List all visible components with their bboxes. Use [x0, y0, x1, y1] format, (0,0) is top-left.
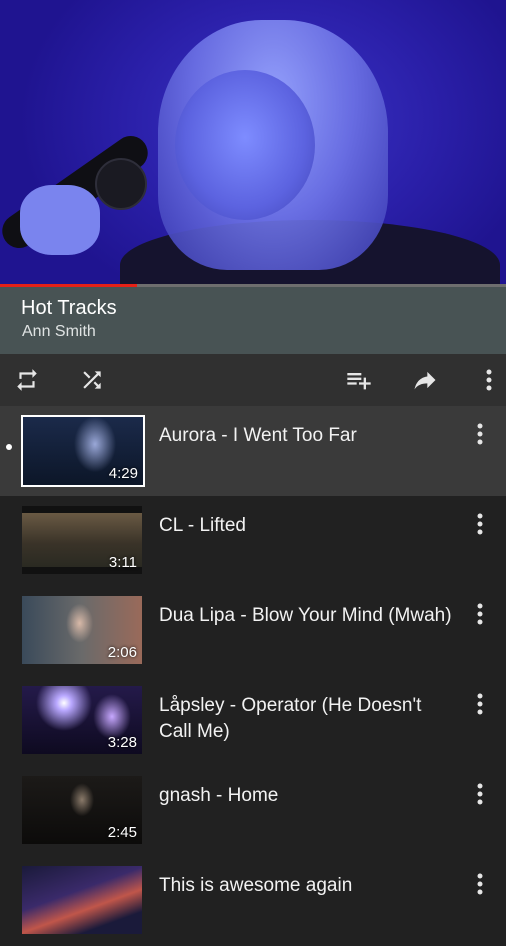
list-item[interactable]: 2:45 gnash - Home: [0, 766, 506, 856]
list-item[interactable]: 2:06 Dua Lipa - Blow Your Mind (Mwah): [0, 586, 506, 676]
video-frame-detail: [175, 70, 315, 220]
add-to-playlist-button[interactable]: [345, 366, 373, 394]
video-title: Aurora - I Went Too Far: [159, 425, 357, 446]
shuffle-button[interactable]: [78, 366, 106, 394]
video-duration: 2:45: [107, 824, 137, 841]
list-item[interactable]: 3:28 Låpsley - Operator (He Doesn't Call…: [0, 676, 506, 766]
more-vert-icon: [486, 369, 492, 391]
share-button[interactable]: [411, 366, 439, 394]
video-title: This is awesome again: [159, 875, 353, 896]
playlist-controls: [0, 354, 506, 406]
item-more-button[interactable]: [470, 690, 490, 718]
video-duration: 3:11: [108, 554, 137, 571]
video-player[interactable]: [0, 0, 506, 287]
playlist-owner: Ann Smith: [22, 323, 96, 340]
now-playing-indicator: [6, 444, 12, 450]
video-title: gnash - Home: [159, 785, 279, 806]
list-item[interactable]: 3:11 CL - Lifted: [0, 496, 506, 586]
list-item[interactable]: This is awesome again: [0, 856, 506, 946]
repeat-icon: [17, 369, 37, 391]
playlist-title: Hot Tracks: [21, 297, 117, 319]
now-playing-info: Hot Tracks Ann Smith: [0, 287, 506, 354]
more-vert-icon: [477, 693, 483, 715]
more-vert-icon: [477, 603, 483, 625]
video-thumbnail[interactable]: [22, 866, 142, 934]
more-vert-icon: [477, 873, 483, 895]
video-duration: 2:06: [107, 644, 137, 661]
shuffle-icon: [83, 371, 101, 389]
video-title: Dua Lipa - Blow Your Mind (Mwah): [159, 605, 452, 626]
item-more-button[interactable]: [470, 780, 490, 808]
playlist-add-icon: [347, 373, 371, 390]
more-vert-icon: [477, 513, 483, 535]
share-icon: [414, 371, 436, 390]
video-frame-detail: [20, 185, 100, 255]
more-vert-icon: [477, 783, 483, 805]
list-item[interactable]: 4:29 Aurora - I Went Too Far: [0, 406, 506, 496]
video-title: CL - Lifted: [159, 515, 246, 536]
item-more-button[interactable]: [470, 600, 490, 628]
item-more-button[interactable]: [470, 420, 490, 448]
video-thumbnail[interactable]: 3:11: [22, 506, 142, 574]
video-title: Låpsley - Operator (He Doesn't Call Me): [159, 695, 422, 742]
item-more-button[interactable]: [470, 870, 490, 898]
video-thumbnail[interactable]: 2:45: [22, 776, 142, 844]
video-duration: 3:28: [107, 734, 137, 751]
video-frame-detail: [95, 158, 147, 210]
video-thumbnail[interactable]: 4:29: [21, 415, 145, 487]
item-more-button[interactable]: [470, 510, 490, 538]
video-thumbnail[interactable]: 2:06: [22, 596, 142, 664]
more-vert-icon: [477, 423, 483, 445]
overflow-menu-button[interactable]: [475, 366, 503, 394]
video-duration: 4:29: [108, 465, 138, 482]
video-thumbnail[interactable]: 3:28: [22, 686, 142, 754]
repeat-button[interactable]: [13, 366, 41, 394]
playlist-list: 4:29 Aurora - I Went Too Far 3:11 CL - L…: [0, 406, 506, 946]
